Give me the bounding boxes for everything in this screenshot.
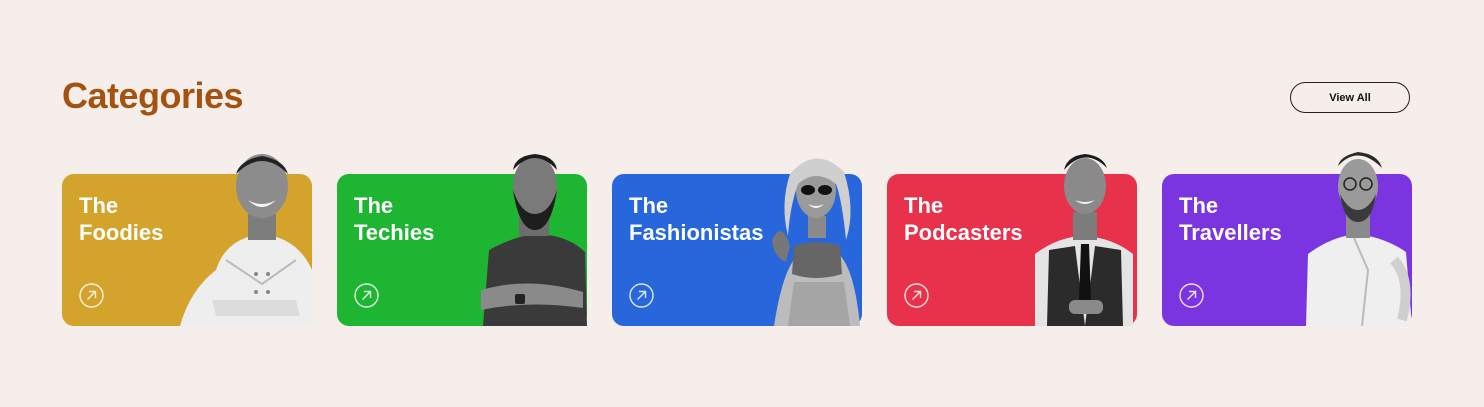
category-card-travellers[interactable]: The Travellers <box>1162 152 1412 327</box>
category-card-podcasters[interactable]: The Podcasters <box>887 154 1137 326</box>
categories-list: The Foodies The Techies The Fashionistas… <box>62 150 1412 327</box>
category-card-foodies[interactable]: The Foodies <box>62 154 312 326</box>
category-label: The Foodies <box>79 193 164 245</box>
fashionista-photo <box>772 158 860 326</box>
category-card-techies[interactable]: The Techies <box>337 154 587 326</box>
category-label: The Travellers <box>1179 193 1282 245</box>
traveller-photo <box>1306 152 1412 327</box>
arrow-up-right-circle-icon <box>904 283 929 308</box>
podcaster-photo <box>1035 154 1133 326</box>
category-label: The Techies <box>354 193 435 245</box>
category-label: The Podcasters <box>904 193 1023 245</box>
techie-photo <box>481 154 587 326</box>
category-label: The Fashionistas <box>629 193 764 245</box>
arrow-up-right-circle-icon <box>629 283 654 308</box>
categories-title: Categories <box>62 75 244 116</box>
chef-photo <box>180 154 312 326</box>
arrow-up-right-circle-icon <box>79 283 104 308</box>
view-all-button[interactable]: View All <box>1290 82 1410 113</box>
arrow-up-right-circle-icon <box>354 283 379 308</box>
arrow-up-right-circle-icon <box>1179 283 1204 308</box>
category-card-fashionistas[interactable]: The Fashionistas <box>612 158 862 326</box>
